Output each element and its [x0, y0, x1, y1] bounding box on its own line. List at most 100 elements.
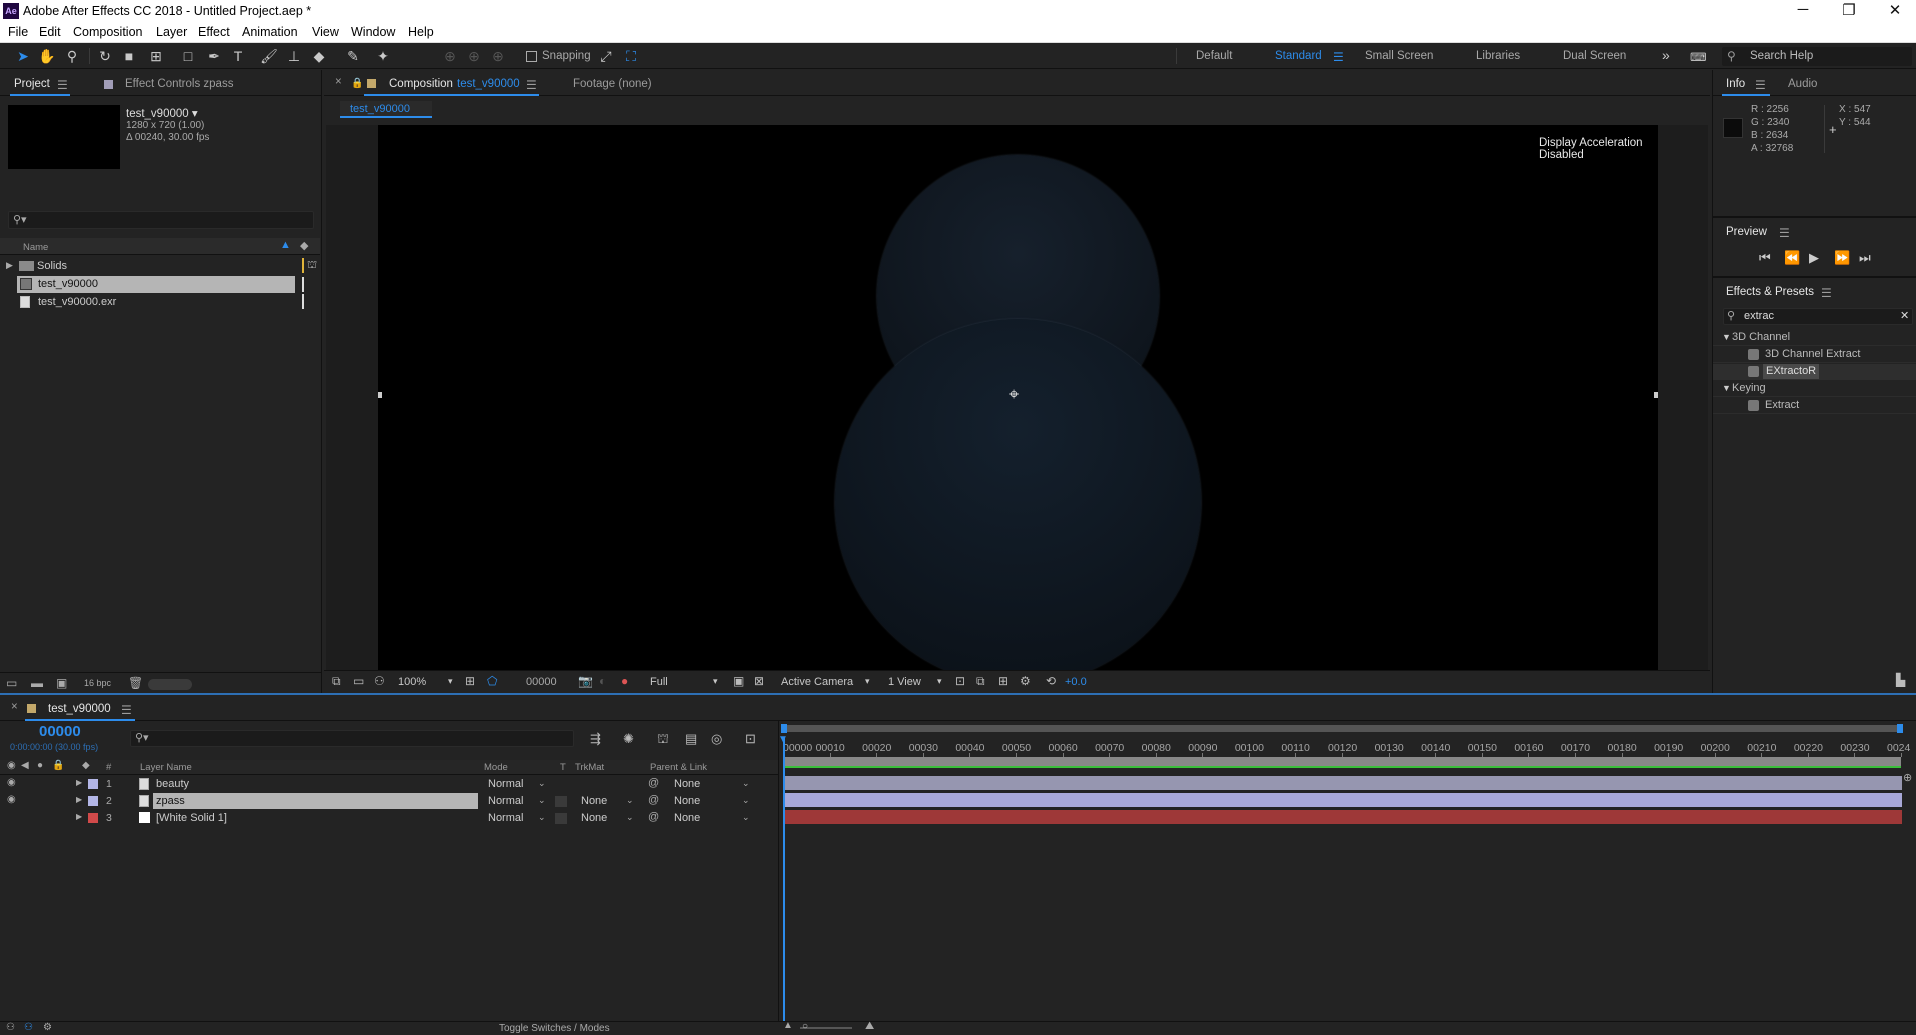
play-icon[interactable]: ▶ [1809, 250, 1819, 266]
workspace-default[interactable]: Default [1196, 50, 1232, 62]
fit-icon[interactable]: ⊞ [465, 674, 475, 688]
chevron-down-icon[interactable]: ⌄ [742, 812, 750, 823]
chevron-down-icon[interactable]: ⌄ [626, 812, 634, 823]
pick-whip-icon[interactable]: @ [648, 794, 659, 806]
view-glasses-icon[interactable]: ⚇ [374, 674, 385, 688]
navigator-end-handle[interactable] [1897, 724, 1903, 733]
label-tag-icon[interactable]: ◆ [300, 239, 308, 252]
trkmat-dropdown[interactable]: None [581, 812, 607, 824]
tab-info[interactable]: Info [1726, 78, 1745, 90]
tab-effect-controls[interactable]: Effect Controls zpass [125, 78, 233, 90]
channels-icon[interactable]: ● [621, 674, 628, 688]
draft-3d-icon[interactable]: ✺ [623, 731, 634, 747]
bit-depth-button[interactable]: 16 bpc [84, 678, 111, 688]
hand-tool-icon[interactable]: ✋ [38, 47, 56, 65]
comp-breadcrumb[interactable]: test_v90000 [340, 101, 432, 118]
rotate-tool-icon[interactable]: ↻ [96, 47, 114, 65]
interpret-footage-icon[interactable]: ▭ [6, 676, 17, 690]
region-of-interest-icon[interactable]: ▣ [733, 674, 744, 688]
clear-search-icon[interactable]: ✕ [1900, 309, 1909, 322]
workspace-editor-icon[interactable]: ⌨ [1690, 50, 1707, 64]
menu-layer[interactable]: Layer [156, 25, 187, 39]
trkmat-dropdown[interactable]: None [581, 795, 607, 807]
last-frame-icon[interactable]: ⏭ [1859, 250, 1871, 266]
preserve-transparency-checkbox[interactable] [555, 813, 567, 824]
tab-audio[interactable]: Audio [1788, 78, 1817, 90]
comp-mini-flowchart-icon[interactable]: ⇶ [590, 731, 601, 747]
workspace-standard[interactable]: Standard [1275, 50, 1322, 62]
layer-row-2[interactable]: ◉ ▶ 2 zpass Normal ⌄ None ⌄ @ None ⌄ [0, 793, 776, 810]
workspace-libraries[interactable]: Libraries [1476, 50, 1520, 62]
column-trkmat[interactable]: TrkMat [575, 762, 604, 773]
expand-arrow-icon[interactable]: ▶ [76, 812, 82, 821]
visibility-eye-icon[interactable]: ◉ [7, 794, 16, 805]
layer-name[interactable]: [White Solid 1] [156, 812, 227, 824]
time-navigator[interactable] [781, 724, 1903, 733]
audio-switch-icon[interactable]: ◀ [21, 760, 29, 771]
visibility-eye-icon[interactable]: ◉ [7, 777, 16, 788]
fast-previews-icon[interactable]: ⧉ [976, 674, 985, 689]
brush-tool-icon[interactable]: 🖌 [260, 47, 278, 65]
timeline-timecode[interactable]: 00000 [39, 723, 81, 740]
camera-tool-icon[interactable]: ■ [120, 47, 138, 65]
pan-behind-tool-icon[interactable]: ⊞ [147, 47, 165, 65]
motion-blur-icon[interactable]: ◎ [711, 731, 722, 747]
layer-bar-1[interactable] [784, 776, 1902, 790]
preview-title[interactable]: Preview [1726, 226, 1767, 238]
chevron-down-icon[interactable]: ⌄ [626, 795, 634, 806]
restore-button[interactable]: ❐ [1826, 1, 1872, 19]
workspace-small-screen[interactable]: Small Screen [1365, 50, 1433, 62]
effect-group-3d-channel[interactable]: ▼ 3D Channel [1713, 330, 1916, 346]
work-area-bar[interactable] [783, 757, 1901, 766]
column-t[interactable]: T [560, 762, 566, 773]
show-snapshot-icon[interactable]: ◐ [599, 674, 606, 688]
toggle-pixel-aspect-icon[interactable]: ⊡ [955, 674, 965, 688]
new-preset-icon[interactable]: ▙ [1896, 673, 1905, 687]
info-menu-icon[interactable]: ☰ [1755, 78, 1766, 92]
layer-row-1[interactable]: ◉ ▶ 1 beauty Normal ⌄ @ None ⌄ [0, 776, 776, 793]
tab-project[interactable]: Project [14, 78, 50, 90]
comp-button-icon[interactable]: ⊕ [1903, 771, 1912, 784]
snapping-checkbox[interactable] [526, 51, 537, 62]
axis-local-icon[interactable]: ⊕ [441, 47, 459, 65]
layer-row-3[interactable]: ▶ 3 [White Solid 1] Normal ⌄ None ⌄ @ No… [0, 810, 776, 827]
menu-composition[interactable]: Composition [73, 25, 142, 39]
shy-layers-icon[interactable]: ⛫ [657, 731, 669, 749]
project-item-exr[interactable]: test_v90000.exr [17, 294, 317, 311]
playhead-icon[interactable]: ▼ [778, 734, 788, 745]
new-folder-icon[interactable]: ▬ [31, 676, 43, 690]
workspace-menu-icon[interactable]: ☰ [1333, 50, 1344, 64]
camera-dropdown[interactable]: Active Camera [781, 676, 853, 688]
chevron-down-icon[interactable]: ⌄ [742, 778, 750, 789]
current-time-indicator[interactable] [783, 737, 785, 1021]
delete-icon[interactable]: 🗑 [128, 676, 143, 690]
menu-view[interactable]: View [312, 25, 339, 39]
project-item-test-v90000[interactable]: test_v90000 [17, 276, 295, 293]
label-color-swatch[interactable] [88, 779, 98, 789]
search-help-field[interactable]: ⚲ Search Help [1722, 47, 1912, 66]
rectangle-tool-icon[interactable]: □ [179, 47, 197, 65]
effect-group-keying[interactable]: ▼ Keying [1713, 381, 1916, 397]
sort-ascending-icon[interactable]: ▲ [280, 239, 291, 251]
time-ruler[interactable]: 00000 00010 00020 00030 00040 00050 00060 00070… [779, 737, 1916, 757]
effect-item-3d-channel-extract[interactable]: 3D Channel Extract [1713, 347, 1916, 363]
project-search-input[interactable]: ⚲▾ [8, 211, 314, 229]
column-parent[interactable]: Parent & Link [650, 762, 707, 773]
layer-name[interactable]: zpass [156, 795, 185, 807]
chevron-down-icon[interactable]: ▾ [865, 676, 870, 687]
snap-features-icon[interactable]: ⛶ [622, 47, 640, 65]
expand-arrow-icon[interactable]: ▶ [6, 260, 13, 271]
snap-edges-icon[interactable]: ⤢ [597, 47, 615, 65]
tab-footage[interactable]: Footage (none) [573, 78, 652, 90]
chevron-down-icon[interactable]: ▾ [448, 676, 453, 687]
mode-dropdown[interactable]: Normal [488, 778, 523, 790]
axis-world-icon[interactable]: ⊕ [465, 47, 483, 65]
selected-item-name[interactable]: test_v90000 ▾ [126, 106, 198, 120]
vr-icon[interactable]: ▭ [353, 674, 364, 688]
pick-whip-icon[interactable]: @ [648, 777, 659, 789]
preview-menu-icon[interactable]: ☰ [1779, 226, 1790, 240]
type-tool-icon[interactable]: T [229, 47, 247, 65]
zoom-tool-icon[interactable]: ⚲ [63, 47, 81, 65]
composition-menu-icon[interactable]: ☰ [526, 78, 537, 92]
label-color-swatch[interactable] [88, 813, 98, 823]
